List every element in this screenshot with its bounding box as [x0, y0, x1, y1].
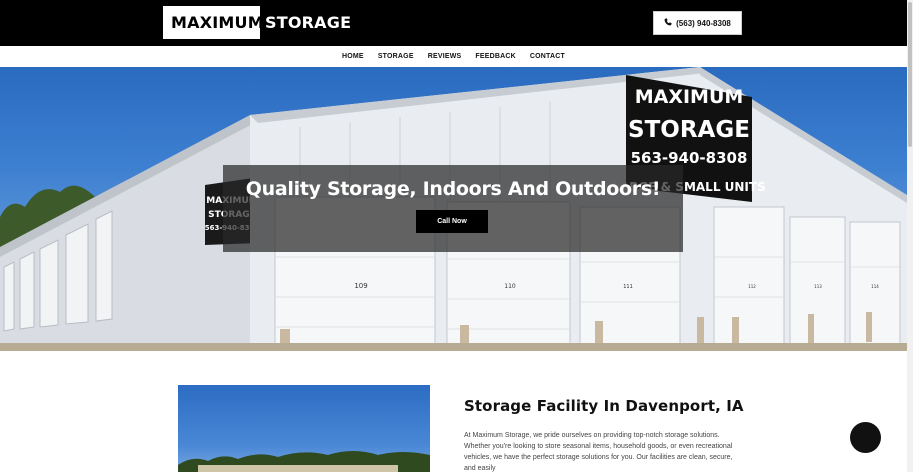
facility-photo: [178, 385, 430, 472]
unit-number-111: 111: [623, 284, 633, 290]
section-body: At Maximum Storage, we pride ourselves o…: [464, 432, 733, 472]
chat-icon[interactable]: [850, 422, 881, 453]
site-logo[interactable]: MAXIMUM STORAGE: [163, 6, 351, 39]
unit-number-113: 113: [814, 284, 822, 289]
nav-item-contact[interactable]: CONTACT: [523, 53, 572, 60]
section-title: Storage Facility In Davenport, IA: [464, 397, 744, 415]
logo-word: STORAGE: [265, 13, 352, 32]
unit-number-109: 109: [354, 282, 367, 290]
building-sign-line-1: MAXIMUM: [635, 86, 744, 108]
nav-item-home[interactable]: HOME: [335, 53, 371, 60]
main-nav: HOME STORAGE REVIEWS FEEDBACK CONTACT: [0, 46, 907, 67]
scrollbar-thumb[interactable]: [908, 2, 912, 147]
site-header: MAXIMUM STORAGE (563) 940-8308: [0, 0, 907, 46]
hero-banner: MAXIMUM STORAGE 563-940-8308 MAXIMUM STO…: [0, 67, 907, 351]
phone-icon: [664, 18, 672, 28]
unit-number-114: 114: [871, 284, 879, 289]
nav-item-storage[interactable]: STORAGE: [371, 53, 421, 60]
page-scrollbar[interactable]: [907, 0, 913, 472]
phone-label: (563) 940-8308: [676, 18, 731, 28]
hero-title: Quality Storage, Indoors And Outdoors!: [245, 178, 661, 200]
unit-number-110: 110: [504, 283, 516, 290]
phone-button[interactable]: (563) 940-8308: [653, 11, 742, 35]
building-sign-line-2: STORAGE: [628, 117, 750, 143]
nav-item-feedback[interactable]: FEEDBACK: [468, 53, 523, 60]
logo-boxed-word: MAXIMUM: [163, 6, 264, 39]
call-now-button[interactable]: Call Now: [416, 210, 488, 233]
nav-item-reviews[interactable]: REVIEWS: [421, 53, 469, 60]
unit-number-112: 112: [748, 284, 756, 289]
